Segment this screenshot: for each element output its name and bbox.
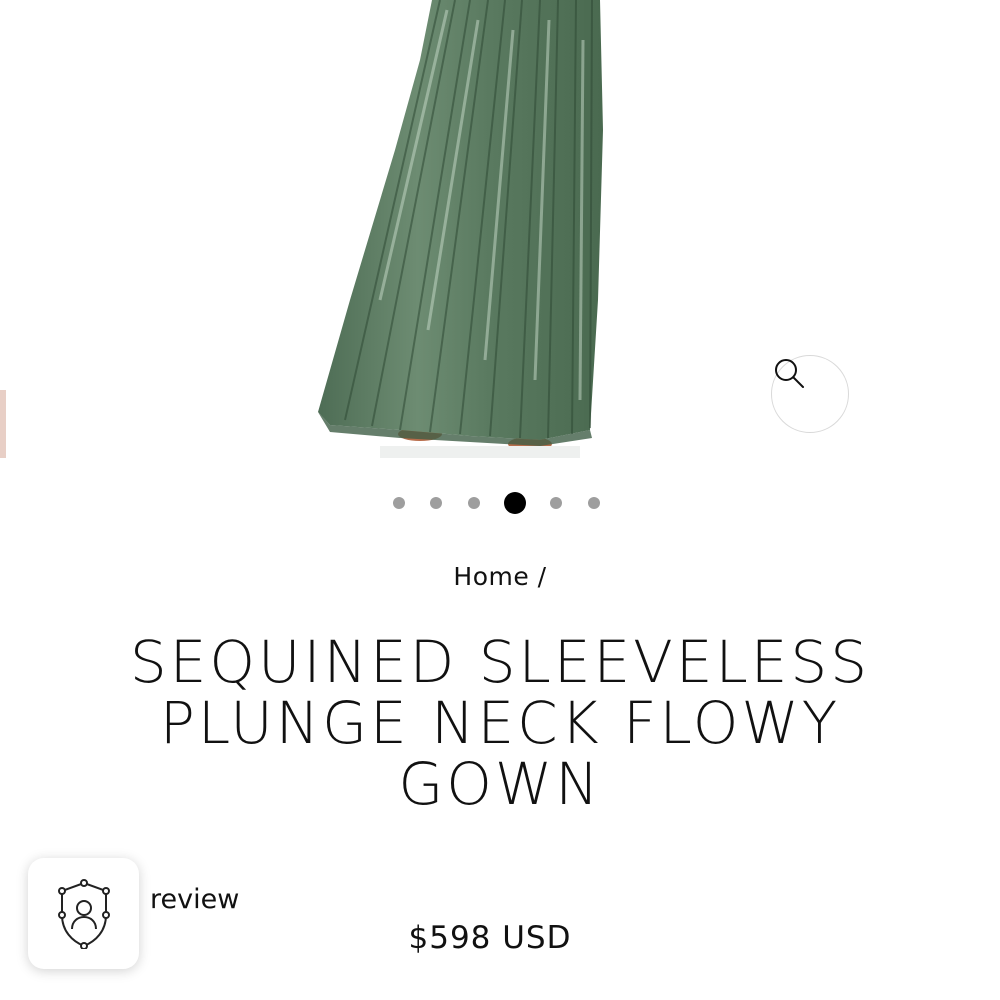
carousel-dot-4-active[interactable]: [504, 492, 526, 514]
carousel-dot-3[interactable]: [468, 497, 480, 509]
gown-illustration: [0, 0, 603, 458]
carousel-dot-1[interactable]: [393, 497, 405, 509]
carousel-dot-6[interactable]: [588, 497, 600, 509]
breadcrumb-separator: /: [537, 562, 547, 591]
product-page: Home / SEQUINED SLEEVELESS PLUNGE NECK F…: [0, 0, 1000, 1000]
carousel-dots: [0, 490, 1000, 516]
review-label[interactable]: review: [150, 884, 239, 915]
carousel-dot-5[interactable]: [550, 497, 562, 509]
breadcrumb: Home /: [0, 562, 1000, 591]
product-image[interactable]: [0, 0, 1000, 458]
product-title: SEQUINED SLEEVELESS PLUNGE NECK FLOWY GO…: [129, 628, 871, 818]
breadcrumb-home-link[interactable]: Home: [453, 562, 529, 591]
zoom-button[interactable]: [771, 355, 849, 433]
magnifier-icon: [775, 359, 804, 388]
carousel-dot-2[interactable]: [430, 497, 442, 509]
product-price: $598 USD: [408, 920, 572, 956]
